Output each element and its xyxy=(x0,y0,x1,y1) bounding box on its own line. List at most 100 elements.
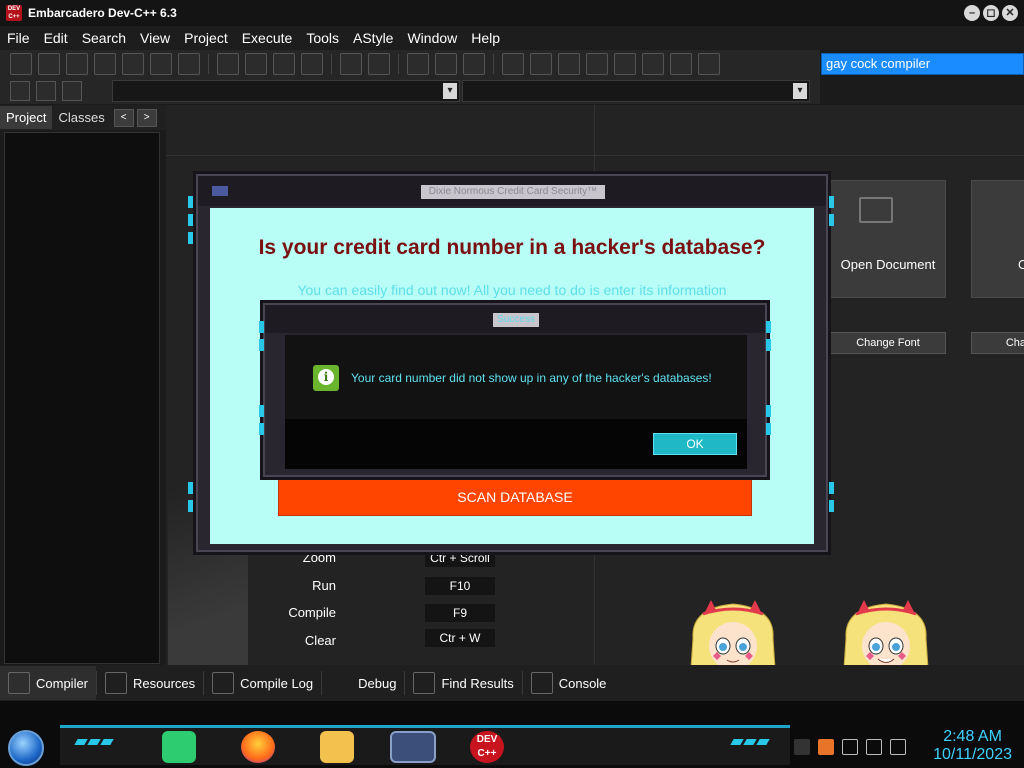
unindent-icon[interactable] xyxy=(435,53,457,75)
decorative-light xyxy=(766,423,771,435)
print-icon[interactable] xyxy=(178,53,200,75)
active-window-icon[interactable] xyxy=(390,731,436,763)
find-icon[interactable] xyxy=(217,53,239,75)
decorative-light xyxy=(259,321,264,333)
new-file-icon[interactable] xyxy=(10,53,32,75)
left-panel-tabs: Project Classes < > xyxy=(0,105,166,130)
tab-compiler[interactable]: Compiler xyxy=(0,666,97,700)
decorative-light xyxy=(766,339,771,351)
compile-run-icon[interactable] xyxy=(558,53,580,75)
restore-button[interactable]: ◻ xyxy=(983,5,999,21)
redo-icon[interactable] xyxy=(368,53,390,75)
main-toolbar xyxy=(0,50,820,78)
tab-project[interactable]: Project xyxy=(0,106,53,129)
dialog-title-bar[interactable]: Dixie Normous Credit Card Security™ xyxy=(198,176,826,206)
toolbar-separator xyxy=(331,54,332,74)
change-font-button[interactable]: Change Font xyxy=(830,332,946,354)
network-icon[interactable] xyxy=(866,738,882,755)
system-clock[interactable]: 2:48 AM 10/11/2023 xyxy=(933,728,1012,764)
flag-icon[interactable] xyxy=(842,738,858,755)
menu-tools[interactable]: Tools xyxy=(299,30,346,46)
chevron-down-icon[interactable]: ▾ xyxy=(443,83,457,99)
menu-execute[interactable]: Execute xyxy=(235,30,300,46)
toolbar-separator xyxy=(398,54,399,74)
open-document-tile[interactable]: Open Document xyxy=(830,180,946,298)
bookmark-list-icon[interactable] xyxy=(62,81,82,101)
toolbar-separator xyxy=(493,54,494,74)
success-dialog: Success i Your card number did not show … xyxy=(259,303,771,477)
menu-astyle[interactable]: AStyle xyxy=(346,30,400,46)
shortcut-label: Run xyxy=(312,578,336,593)
tab-label: Resources xyxy=(133,675,196,691)
tab-resources[interactable]: Resources xyxy=(97,666,203,700)
tab-label: Debug xyxy=(358,675,397,691)
undo-icon[interactable] xyxy=(340,53,362,75)
chart-icon[interactable] xyxy=(670,53,692,75)
start-button[interactable] xyxy=(8,730,44,766)
window-title: Embarcadero Dev-C++ 6.3 xyxy=(28,6,177,20)
devcpp-taskbar-icon[interactable]: DEV C++ xyxy=(470,731,504,763)
volume-icon[interactable] xyxy=(890,738,906,755)
ok-button[interactable]: OK xyxy=(653,433,737,455)
menu-edit[interactable]: Edit xyxy=(37,30,75,46)
window-icon xyxy=(212,186,228,196)
close-file-icon[interactable] xyxy=(122,53,144,75)
close-button[interactable]: ✕ xyxy=(1002,5,1018,21)
tab-scroll-left-button[interactable]: < xyxy=(113,108,134,127)
stop-execution-icon[interactable] xyxy=(642,53,664,75)
file-explorer-icon[interactable] xyxy=(320,731,354,763)
minimize-button[interactable]: – xyxy=(964,5,980,21)
function-combo[interactable]: ▾ xyxy=(462,80,810,102)
tab-find-results[interactable]: Find Results xyxy=(405,666,521,700)
menu-help[interactable]: Help xyxy=(464,30,507,46)
bar-chart-icon xyxy=(212,672,235,694)
decorative-light xyxy=(829,196,834,208)
menu-window[interactable]: Window xyxy=(400,30,464,46)
chevron-down-icon[interactable]: ▾ xyxy=(793,83,807,99)
save-icon[interactable] xyxy=(66,53,88,75)
tab-compile-log[interactable]: Compile Log xyxy=(204,666,321,700)
tab-console[interactable]: Console xyxy=(523,666,615,700)
tab-classes[interactable]: Classes xyxy=(52,106,110,129)
tab-scroll-right-button[interactable]: > xyxy=(136,108,157,127)
menu-view[interactable]: View xyxy=(133,30,177,46)
project-icon[interactable] xyxy=(10,81,30,101)
replace-icon[interactable] xyxy=(245,53,267,75)
dialog-title-bar[interactable]: Success xyxy=(265,305,765,333)
rebuild-icon[interactable] xyxy=(586,53,608,75)
run-icon[interactable] xyxy=(530,53,552,75)
menu-project[interactable]: Project xyxy=(177,30,235,46)
change-theme-button[interactable]: Cha xyxy=(971,332,1024,354)
class-combo[interactable]: ▾ xyxy=(112,80,460,102)
bookmark-icon[interactable] xyxy=(36,81,56,101)
grid-icon xyxy=(8,672,30,694)
indent-icon[interactable] xyxy=(407,53,429,75)
comment-icon[interactable] xyxy=(463,53,485,75)
close-all-icon[interactable] xyxy=(150,53,172,75)
search-input[interactable]: gay cock compiler xyxy=(821,53,1024,75)
firefox-icon[interactable] xyxy=(241,731,275,763)
new-tile[interactable]: C xyxy=(971,180,1024,298)
scan-database-button[interactable]: SCAN DATABASE xyxy=(278,478,752,516)
menu-search[interactable]: Search xyxy=(75,30,133,46)
goto-line-icon[interactable] xyxy=(301,53,323,75)
find-next-icon[interactable] xyxy=(273,53,295,75)
show-hidden-icons[interactable] xyxy=(794,738,810,755)
compile-icon[interactable] xyxy=(502,53,524,75)
message-body: i Your card number did not show up in an… xyxy=(285,335,747,419)
open-folder-icon[interactable] xyxy=(38,53,60,75)
notes-app-icon[interactable] xyxy=(162,731,196,763)
decorative-light xyxy=(829,214,834,226)
project-tree[interactable] xyxy=(4,132,160,664)
folder-icon xyxy=(859,197,893,223)
save-all-icon[interactable] xyxy=(94,53,116,75)
divider xyxy=(166,155,1024,156)
tab-debug[interactable]: Debug xyxy=(322,666,404,700)
checkmark-icon xyxy=(330,672,352,694)
shortcut-label: Compile xyxy=(288,605,336,620)
menu-file[interactable]: File xyxy=(0,30,37,46)
dialog-subtext: You can easily find out now! All you nee… xyxy=(297,282,727,298)
app-tray-icon[interactable] xyxy=(818,738,834,755)
check-icon[interactable] xyxy=(614,53,636,75)
delete-profile-icon[interactable] xyxy=(698,53,720,75)
